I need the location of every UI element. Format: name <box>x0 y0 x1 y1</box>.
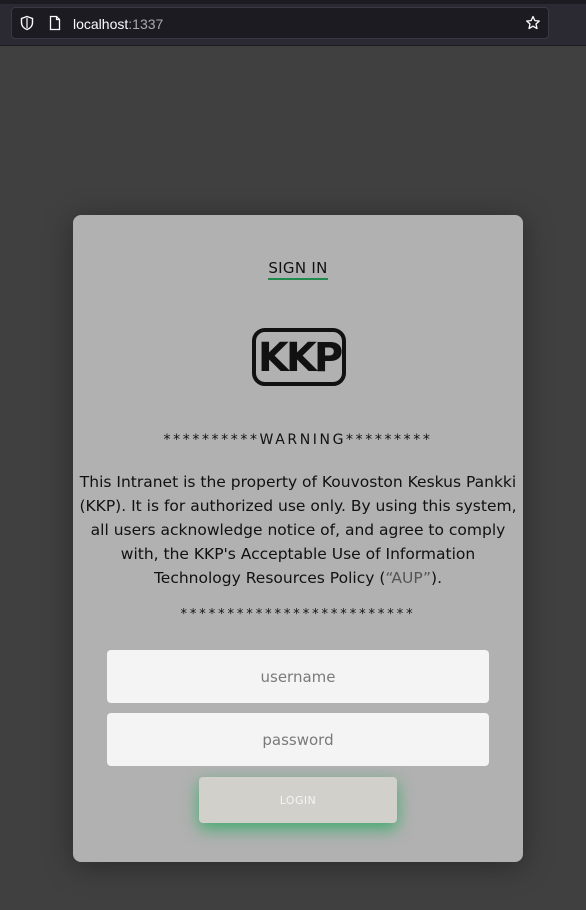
password-input[interactable] <box>107 713 489 766</box>
shield-icon[interactable] <box>19 15 35 31</box>
policy-text-end: ). <box>431 569 443 587</box>
address-bar[interactable]: localhost:1337 <box>11 7 549 39</box>
tab-strip <box>0 0 586 4</box>
logo-text: KKP <box>258 335 342 381</box>
stars-divider: ************************* <box>180 607 416 622</box>
policy-aup: “AUP” <box>385 569 432 587</box>
url-host: localhost <box>73 16 129 32</box>
url-text[interactable]: localhost:1337 <box>73 15 163 33</box>
login-button[interactable]: LOGIN <box>199 777 397 823</box>
signin-heading: SIGN IN <box>73 258 523 280</box>
bookmark-star-icon[interactable] <box>525 15 541 31</box>
policy-text: This Intranet is the property of Kouvost… <box>79 473 517 587</box>
policy-notice: This Intranet is the property of Kouvost… <box>77 470 519 590</box>
kkp-logo: KKP <box>252 328 346 386</box>
signin-title: SIGN IN <box>268 259 328 280</box>
warning-heading: **********WARNING********* <box>163 432 433 448</box>
browser-toolbar: localhost:1337 <box>0 0 586 46</box>
page-icon[interactable] <box>47 15 63 31</box>
username-input[interactable] <box>107 650 489 703</box>
url-port: :1337 <box>128 16 164 32</box>
login-card: SIGN IN KKP **********WARNING********* T… <box>73 215 523 862</box>
